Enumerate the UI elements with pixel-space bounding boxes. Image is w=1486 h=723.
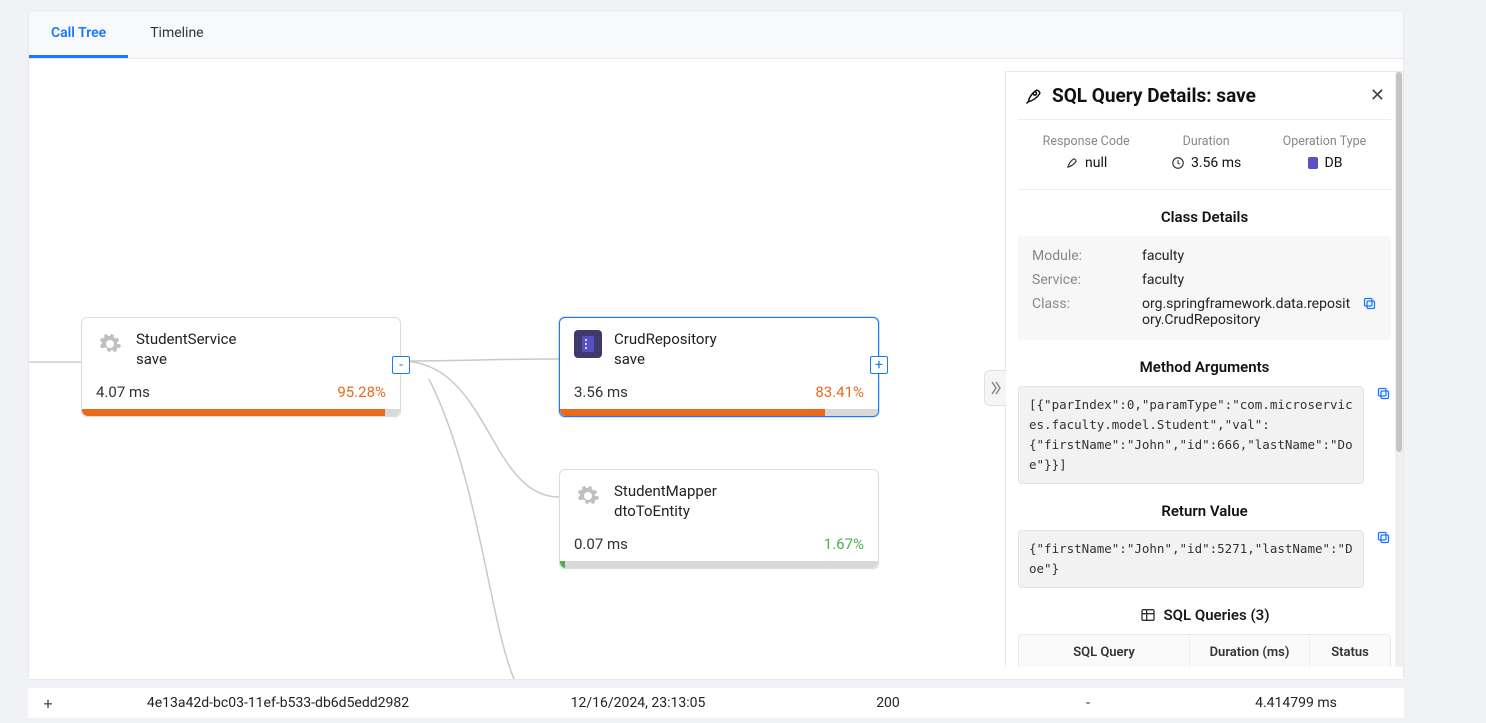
duration-label: Duration: [1183, 134, 1230, 149]
node-title: StudentService: [136, 330, 236, 350]
gear-icon: [96, 330, 124, 358]
module-value: faculty: [1142, 248, 1377, 264]
storage-icon: [1307, 156, 1319, 170]
node-title: CrudRepository: [614, 330, 717, 350]
response-code-label: Response Code: [1043, 134, 1130, 149]
clock-icon: [1171, 156, 1185, 170]
storage-icon: [574, 330, 602, 358]
col-sql-query: SQL Query: [1019, 635, 1190, 667]
gear-icon: [574, 482, 602, 510]
class-details-block: Module: faculty Service: faculty Class: …: [1018, 236, 1391, 340]
node-progress-bar: [82, 409, 400, 416]
node-method: dtoToEntity: [614, 502, 717, 522]
node-crud-repository[interactable]: CrudRepository save 3.56 ms 83.41% +: [559, 317, 879, 417]
node-header: StudentMapper dtoToEntity: [560, 470, 878, 529]
col-status: Status: [1310, 635, 1390, 667]
op-type-label: Operation Type: [1283, 134, 1367, 149]
response-code-value: null: [1085, 155, 1107, 171]
method-args-code: [{"parIndex":0,"paramType":"com.microser…: [1018, 386, 1364, 484]
chevron-right-double-icon: [991, 381, 1001, 395]
module-label: Module:: [1032, 248, 1142, 264]
duration-value: 3.56 ms: [1191, 155, 1241, 171]
collapse-toggle[interactable]: -: [392, 356, 410, 374]
node-duration: 3.56 ms: [574, 383, 628, 401]
copy-icon[interactable]: [1370, 386, 1391, 401]
call-tree-canvas[interactable]: StudentService save 4.07 ms 95.28% - Cru…: [29, 59, 1403, 679]
rocket-icon: [1065, 156, 1079, 170]
node-header: CrudRepository save: [560, 318, 878, 377]
tab-bar: Call Tree Timeline: [29, 11, 1403, 59]
node-student-mapper[interactable]: StudentMapper dtoToEntity 0.07 ms 1.67%: [559, 469, 879, 569]
rocket-icon: [1024, 86, 1044, 106]
col-duration: Duration (ms): [1190, 635, 1310, 667]
node-duration: 0.07 ms: [574, 535, 628, 553]
service-value: faculty: [1142, 272, 1377, 288]
trace-total-duration: 4.414799 ms: [1188, 695, 1404, 711]
trace-dash: -: [988, 695, 1188, 711]
node-progress-bar: [560, 409, 878, 416]
sql-queries-table: SQL Query Duration (ms) Status: [1018, 634, 1391, 667]
panel-scrollbar[interactable]: [1395, 72, 1403, 667]
node-duration: 4.07 ms: [96, 383, 150, 401]
node-header: StudentService save: [82, 318, 400, 377]
copy-icon[interactable]: [1370, 530, 1391, 545]
class-details-heading: Class Details: [1018, 208, 1391, 226]
close-icon[interactable]: ✕: [1370, 85, 1385, 106]
node-student-service[interactable]: StudentService save 4.07 ms 95.28% -: [81, 317, 401, 417]
op-type-value: DB: [1325, 155, 1343, 171]
trace-viewer-container: Call Tree Timeline StudentService save 4…: [28, 10, 1404, 680]
root-edge: [29, 361, 81, 363]
node-method: save: [614, 350, 717, 370]
tab-timeline[interactable]: Timeline: [128, 11, 225, 58]
trace-timestamp: 12/16/2024, 23:13:05: [488, 695, 788, 711]
node-percent: 1.67%: [824, 535, 864, 553]
summary-row: Response Code null Duration 3.56 ms: [1018, 120, 1391, 190]
return-value-code: {"firstName":"John","id":5271,"lastName"…: [1018, 530, 1364, 588]
class-value: org.springframework.data.repository.Crud…: [1142, 296, 1356, 328]
table-icon: [1140, 607, 1156, 623]
service-label: Service:: [1032, 272, 1142, 288]
scrollbar-thumb[interactable]: [1396, 72, 1402, 452]
details-panel: SQL Query Details: save ✕ Response Code …: [1005, 71, 1403, 667]
expand-toggle[interactable]: +: [870, 356, 888, 374]
class-label: Class:: [1032, 296, 1142, 328]
return-value-heading: Return Value: [1018, 502, 1391, 520]
method-args-heading: Method Arguments: [1018, 358, 1391, 376]
node-title: StudentMapper: [614, 482, 717, 502]
node-percent: 95.28%: [337, 383, 386, 401]
trace-summary-row: + 4e13a42d-bc03-11ef-b533-db6d5edd2982 1…: [28, 688, 1404, 718]
node-percent: 83.41%: [815, 383, 864, 401]
node-progress-bar: [560, 561, 878, 568]
panel-collapse-handle[interactable]: [984, 370, 1006, 406]
trace-id: 4e13a42d-bc03-11ef-b533-db6d5edd2982: [68, 695, 488, 711]
expand-row-button[interactable]: +: [28, 694, 68, 713]
trace-status-code: 200: [788, 695, 988, 711]
node-method: save: [136, 350, 236, 370]
tab-call-tree[interactable]: Call Tree: [29, 11, 128, 58]
panel-title-text: SQL Query Details: save: [1052, 84, 1256, 107]
sql-queries-heading: SQL Queries (3): [1164, 606, 1270, 624]
copy-icon[interactable]: [1356, 296, 1377, 328]
